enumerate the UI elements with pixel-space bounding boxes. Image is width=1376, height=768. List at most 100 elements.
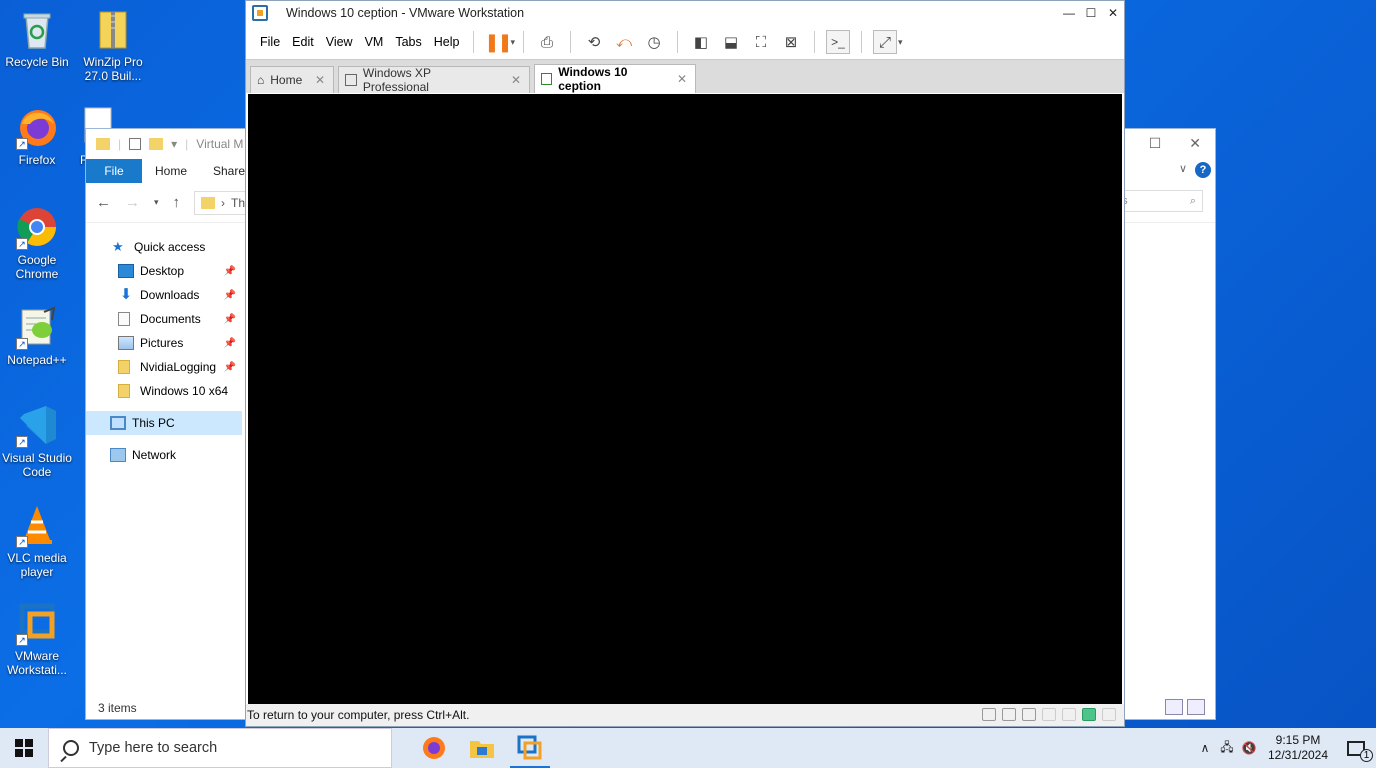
cd-dvd-icon[interactable] xyxy=(1002,708,1016,721)
revert-snapshot-icon[interactable]: ⤺ xyxy=(612,30,636,54)
maximize-icon[interactable]: ☐ xyxy=(1080,1,1102,25)
search-placeholder: Type here to search xyxy=(89,740,218,756)
large-icons-view-icon[interactable] xyxy=(1187,699,1205,715)
status-message: To return to your computer, press Ctrl+A… xyxy=(247,708,470,722)
tree-item-documents[interactable]: Documents 📌 xyxy=(86,307,242,331)
recycle-bin-icon xyxy=(14,6,60,52)
pin-icon[interactable]: 📌 xyxy=(224,338,236,349)
pause-icon[interactable]: ❚❚ xyxy=(484,30,512,54)
menu-vm[interactable]: VM xyxy=(359,35,390,49)
folder-icon xyxy=(149,138,164,150)
tree-item-desktop[interactable]: Desktop 📌 xyxy=(86,259,242,283)
message-log-icon[interactable] xyxy=(1082,708,1096,721)
desktop-icon-chrome[interactable]: ↗ Google Chrome xyxy=(0,204,74,281)
menu-edit[interactable]: Edit xyxy=(286,35,320,49)
menu-help[interactable]: Help xyxy=(428,35,466,49)
hard-disk-icon[interactable] xyxy=(982,708,996,721)
network-adapter-icon[interactable] xyxy=(1022,708,1036,721)
stretch-guest-icon[interactable]: ⤢ xyxy=(872,30,897,54)
menu-file[interactable]: File xyxy=(254,35,286,49)
menu-view[interactable]: View xyxy=(320,35,359,49)
tree-item-downloads[interactable]: ⬇ Downloads 📌 xyxy=(86,283,242,307)
menu-tabs[interactable]: Tabs xyxy=(389,35,427,49)
taskbar-app-firefox[interactable] xyxy=(410,728,458,768)
recent-dropdown-icon[interactable]: ▾ xyxy=(154,197,159,208)
action-center-button[interactable]: 1 xyxy=(1336,728,1376,768)
details-view-icon[interactable] xyxy=(1165,699,1183,715)
show-library-icon[interactable]: ◧ xyxy=(689,30,713,54)
tree-item-pictures[interactable]: Pictures 📌 xyxy=(86,331,242,355)
tree-item-label: This PC xyxy=(132,416,175,430)
breadcrumb-chevron-icon: › xyxy=(221,195,226,210)
vm-display[interactable] xyxy=(248,94,1122,705)
tree-item-windows10x64[interactable]: Windows 10 x64 xyxy=(86,379,242,403)
tree-item-nvidialogging[interactable]: NvidiaLogging 📌 xyxy=(86,355,242,379)
ribbon-tab-file[interactable]: File xyxy=(86,159,142,183)
ribbon-tab-home[interactable]: Home xyxy=(142,159,200,183)
maximize-icon[interactable]: ☐ xyxy=(1149,135,1162,152)
search-icon xyxy=(63,740,79,756)
taskbar-app-vmware[interactable] xyxy=(506,728,554,768)
desktop-icon-vmware[interactable]: ↗ VMware Workstati... xyxy=(0,600,74,677)
tree-item-this-pc[interactable]: This PC xyxy=(86,411,242,435)
desktop-icon-winzip[interactable]: WinZip Pro 27.0 Buil... xyxy=(76,6,150,83)
full-screen-icon[interactable]: ⛶ xyxy=(749,30,773,54)
network-status-icon[interactable]: 🖧 xyxy=(1216,728,1238,768)
console-view-icon[interactable]: >_ xyxy=(825,30,850,54)
pin-icon[interactable]: 📌 xyxy=(224,266,236,277)
vmware-app-icon xyxy=(252,5,268,21)
send-ctrl-alt-del-icon[interactable]: ⎙ xyxy=(535,30,559,54)
close-icon[interactable]: ✕ xyxy=(1189,135,1201,152)
close-icon[interactable]: ✕ xyxy=(665,72,687,86)
taskbar-app-file-explorer[interactable] xyxy=(458,728,506,768)
pin-icon[interactable]: 📌 xyxy=(224,362,236,373)
unity-icon[interactable]: ⊠ xyxy=(779,30,803,54)
pin-icon[interactable]: 📌 xyxy=(224,314,236,325)
close-icon[interactable]: ✕ xyxy=(1102,1,1124,25)
tab-windows-10-ception[interactable]: Windows 10 ception ✕ xyxy=(534,64,696,93)
window-controls: — ☐ ✕ xyxy=(1058,1,1124,25)
snapshot-icon[interactable]: ⟲ xyxy=(582,30,606,54)
tree-item-network[interactable]: Network xyxy=(86,443,242,467)
pictures-icon xyxy=(118,336,134,350)
desktop-icon-notepadpp[interactable]: ↗ Notepad++ xyxy=(0,304,74,367)
tree-item-quick-access[interactable]: ★ Quick access xyxy=(86,235,242,259)
sound-icon[interactable] xyxy=(1062,708,1076,721)
close-icon[interactable]: ✕ xyxy=(499,73,521,87)
desktop-icon-label: Google Chrome xyxy=(15,253,59,281)
checkbox-icon[interactable] xyxy=(129,138,142,150)
clock[interactable]: 9:15 PM 12/31/2024 xyxy=(1260,733,1336,763)
desktop-icon-vscode[interactable]: ↗ Visual Studio Code xyxy=(0,402,74,479)
tab-home[interactable]: ⌂ Home ✕ xyxy=(250,66,334,93)
help-icon[interactable]: ? xyxy=(1195,162,1211,178)
desktop-icon-label: WinZip Pro 27.0 Buil... xyxy=(83,55,143,83)
shortcut-arrow-icon: ↗ xyxy=(16,238,28,250)
thumbnail-bar-icon[interactable]: ⬓ xyxy=(719,30,743,54)
power-dropdown-icon[interactable]: ▾ xyxy=(510,37,515,48)
usb-icon[interactable] xyxy=(1042,708,1056,721)
chevron-down-icon[interactable]: ∨ xyxy=(1179,162,1187,175)
start-button[interactable] xyxy=(0,728,48,768)
quick-access-dropdown-icon[interactable]: ▾ xyxy=(171,137,177,151)
forward-arrow-icon[interactable]: → xyxy=(125,194,140,211)
shortcut-arrow-icon: ↗ xyxy=(16,634,28,646)
show-hidden-icons-chevron-icon[interactable]: ∧ xyxy=(1194,728,1216,768)
stretch-dropdown-icon[interactable]: ▾ xyxy=(898,37,903,48)
desktop-icon-firefox[interactable]: ↗ Firefox xyxy=(0,104,74,167)
back-arrow-icon[interactable]: ← xyxy=(96,194,111,211)
tab-windows-xp[interactable]: Windows XP Professional ✕ xyxy=(338,66,530,94)
volume-muted-icon[interactable]: 🔇 xyxy=(1238,728,1260,768)
resize-grip-icon[interactable] xyxy=(1102,708,1116,721)
close-icon[interactable]: ✕ xyxy=(303,73,325,87)
pin-icon[interactable]: 📌 xyxy=(224,290,236,301)
snapshot-manager-icon[interactable]: ◷ xyxy=(642,30,666,54)
address-bar[interactable]: › Th xyxy=(194,190,253,215)
taskbar-search-box[interactable]: Type here to search xyxy=(48,728,392,768)
desktop-icon-recycle-bin[interactable]: Recycle Bin xyxy=(0,6,74,69)
vmware-window[interactable]: Windows 10 ception - VMware Workstation … xyxy=(245,0,1125,727)
tree-item-label: Quick access xyxy=(134,240,206,254)
up-arrow-icon[interactable]: ↑ xyxy=(173,194,181,211)
computer-icon xyxy=(110,416,126,430)
minimize-icon[interactable]: — xyxy=(1058,1,1080,25)
desktop-icon-vlc[interactable]: ↗ VLC media player xyxy=(0,502,74,579)
